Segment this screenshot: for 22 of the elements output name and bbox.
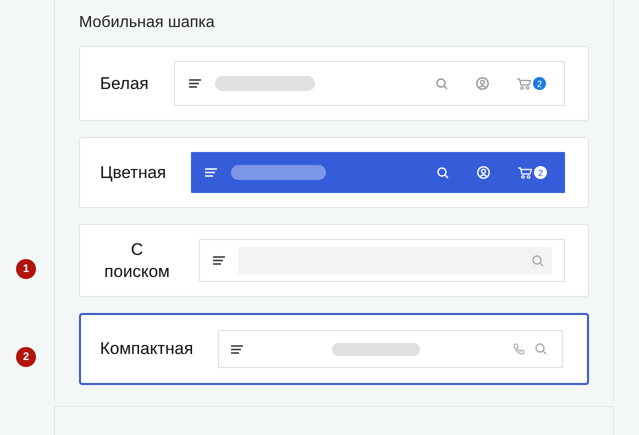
user-icon[interactable] bbox=[476, 77, 489, 90]
header-option-card[interactable]: С поиском bbox=[79, 224, 589, 297]
search-field[interactable] bbox=[238, 247, 552, 274]
cart-icon[interactable] bbox=[517, 78, 531, 90]
header-option-card[interactable]: Цветная 2 bbox=[79, 137, 589, 208]
cart-count-badge: 2 bbox=[533, 77, 546, 90]
menu-icon[interactable] bbox=[188, 79, 201, 88]
cart-count-badge: 2 bbox=[534, 166, 547, 179]
search-icon[interactable] bbox=[437, 166, 449, 178]
menu-icon[interactable] bbox=[231, 344, 244, 354]
menu-icon[interactable] bbox=[213, 256, 225, 265]
number-marker: 2 bbox=[16, 347, 36, 367]
option-label: Белая bbox=[100, 74, 149, 94]
header-option-card[interactable]: Белая 2 bbox=[79, 46, 589, 121]
header-option-card[interactable]: Компактная bbox=[79, 313, 589, 385]
section-title: Мобильная шапка bbox=[79, 14, 216, 32]
cart-icon[interactable] bbox=[518, 166, 532, 178]
option-label: Цветная bbox=[100, 162, 166, 182]
number-marker: 1 bbox=[16, 258, 36, 278]
search-icon[interactable] bbox=[436, 78, 448, 90]
option-label: С поиском bbox=[103, 239, 171, 282]
option-label: Компактная bbox=[100, 339, 194, 359]
